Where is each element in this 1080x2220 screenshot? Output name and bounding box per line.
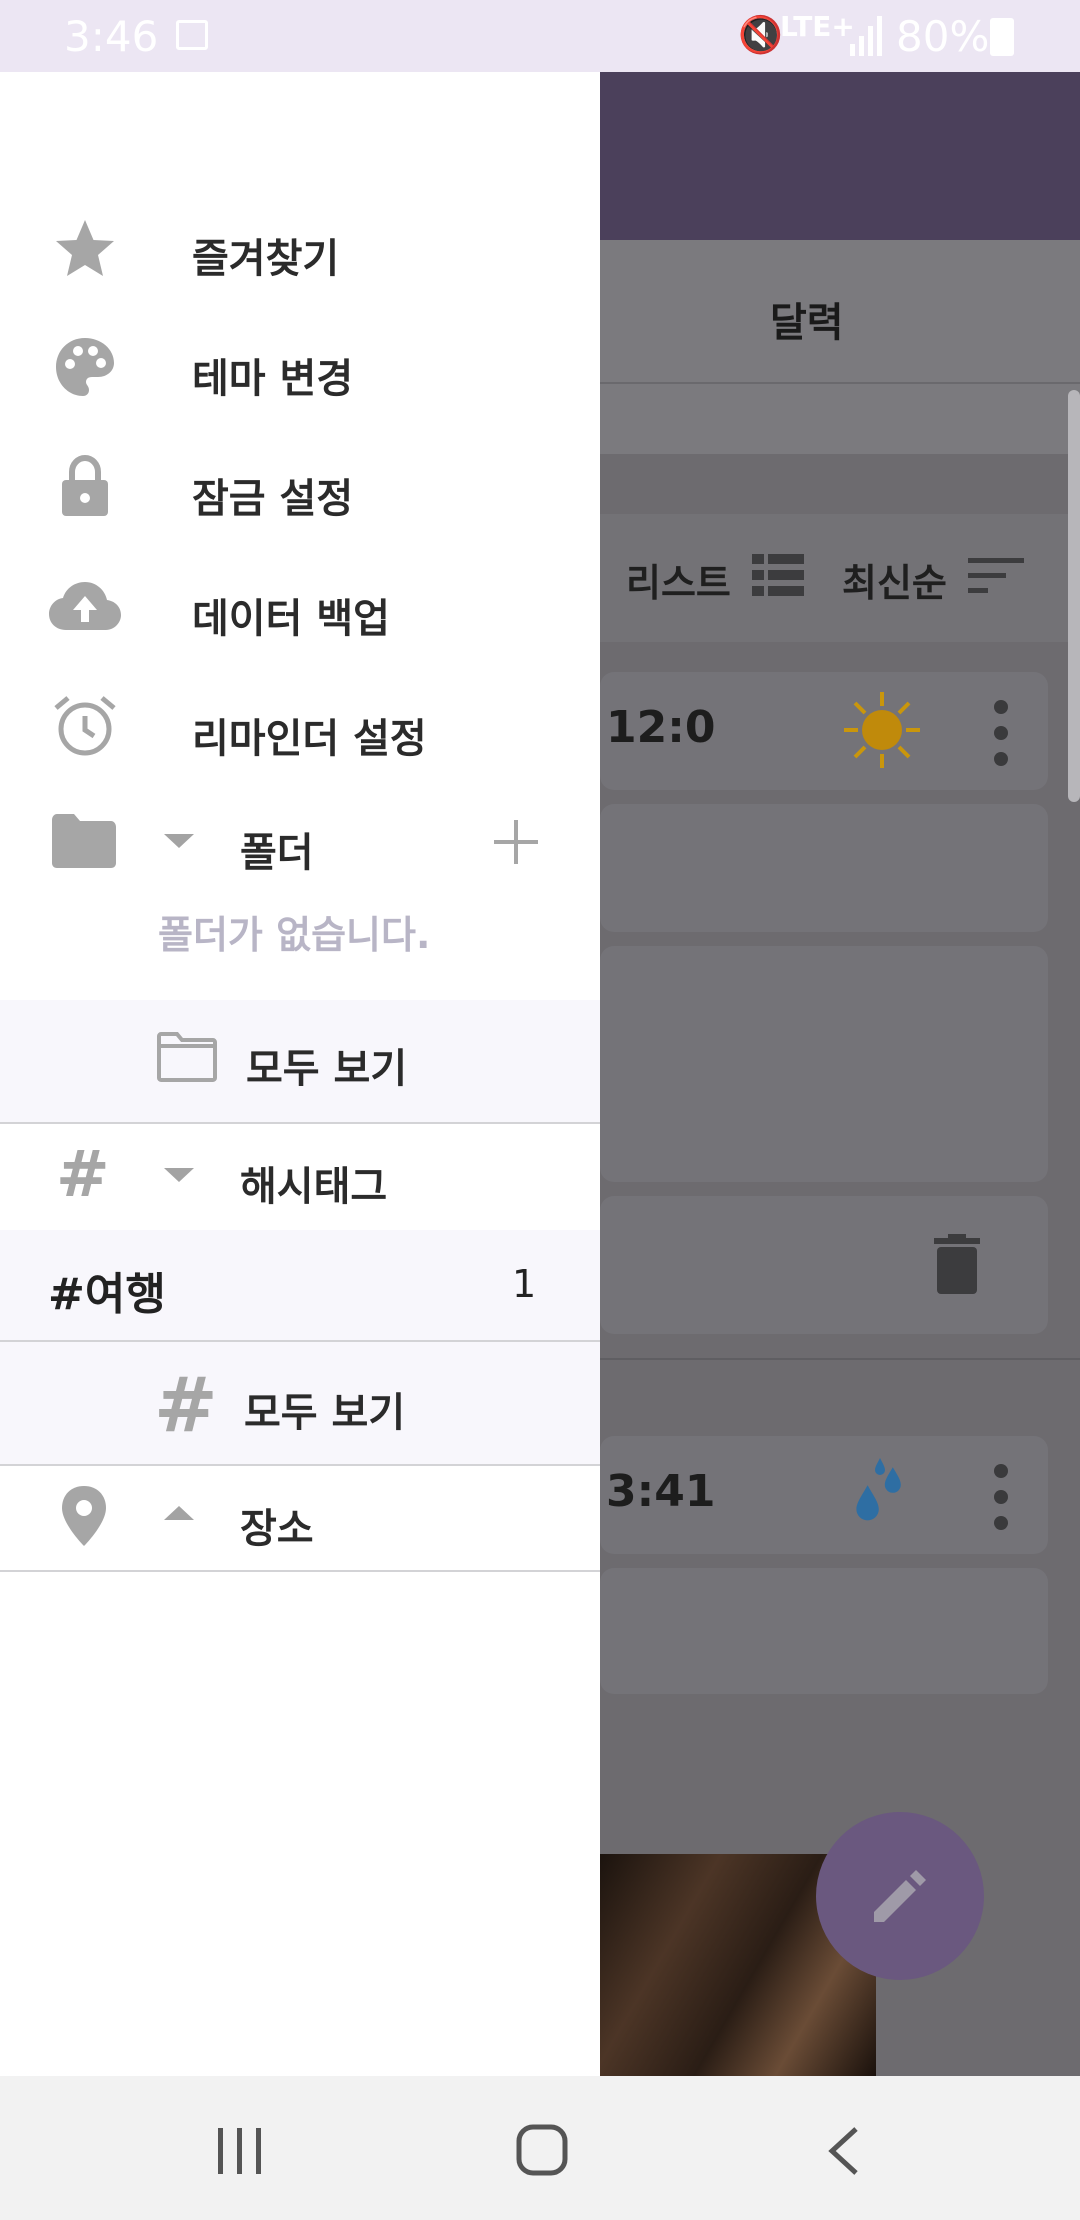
more-options-icon[interactable]	[994, 700, 1008, 778]
menu-item-label: 리마인더 설정	[192, 716, 427, 762]
more-options-icon[interactable]	[994, 1464, 1008, 1542]
tab-calendar[interactable]: 달력	[770, 290, 844, 348]
background-app: 달력 리스트 최신순 12:0 3:41	[600, 72, 1080, 2076]
entry-card-body[interactable]	[600, 804, 1048, 932]
entry-card-body[interactable]	[600, 1568, 1048, 1694]
mute-icon: 🔇	[738, 15, 783, 56]
write-fab-button[interactable]	[816, 1812, 984, 1980]
menu-item-backup[interactable]: 데이터 백업	[0, 556, 600, 660]
folder-section-label: 폴더	[240, 830, 314, 876]
sort-icon[interactable]	[968, 556, 1024, 596]
add-folder-button[interactable]	[494, 820, 538, 864]
menu-item-label: 즐겨찾기	[192, 236, 340, 282]
folder-view-all-label: 모두 보기	[246, 1046, 408, 1092]
menu-item-lock[interactable]: 잠금 설정	[0, 436, 600, 540]
entry-card-content[interactable]	[600, 946, 1048, 1182]
hashtag-item-count: 1	[512, 1262, 537, 1306]
battery-percent: 80%	[896, 12, 990, 61]
network-type: LTE+	[780, 10, 855, 43]
list-view-icon[interactable]	[752, 554, 804, 596]
hashtag-icon: #	[154, 1360, 218, 1449]
hashtag-item-label: #여행	[48, 1269, 166, 1320]
palette-icon	[56, 338, 114, 396]
folder-empty-message: 폴더가 없습니다.	[158, 913, 431, 957]
entry-time: 3:41	[606, 1466, 716, 1517]
divider	[0, 1570, 600, 1572]
back-button[interactable]	[826, 2126, 860, 2176]
home-button[interactable]	[516, 2124, 568, 2176]
hashtag-section-label: 해시태그	[240, 1164, 388, 1210]
alarm-icon	[54, 696, 116, 756]
folder-view-all[interactable]: 모두 보기	[0, 1000, 600, 1122]
hashtag-view-all[interactable]: # 모두 보기	[0, 1342, 600, 1464]
hashtag-icon: #	[56, 1138, 110, 1212]
star-icon	[56, 220, 114, 276]
place-section-label: 장소	[240, 1506, 314, 1552]
scrollbar[interactable]	[1068, 390, 1080, 802]
view-mode-label[interactable]: 리스트	[626, 552, 731, 607]
status-time: 3:46	[64, 12, 159, 61]
pencil-icon	[874, 1870, 926, 1922]
folder-outline-icon	[157, 1032, 217, 1082]
hashtag-section-header[interactable]: # 해시태그	[0, 1124, 600, 1226]
battery-icon	[990, 18, 1014, 56]
chevron-up-icon	[164, 1506, 194, 1520]
entry-card-footer	[600, 1196, 1048, 1334]
menu-item-favorites[interactable]: 즐겨찾기	[0, 196, 600, 300]
recent-apps-button[interactable]	[216, 2128, 264, 2174]
menu-item-reminder[interactable]: 리마인더 설정	[0, 676, 600, 780]
menu-item-label: 잠금 설정	[192, 476, 354, 522]
app-bar	[600, 72, 1080, 240]
sunny-icon	[844, 692, 920, 768]
hashtag-view-all-label: 모두 보기	[244, 1390, 406, 1436]
entry-time: 12:0	[606, 702, 716, 753]
signal-icon	[850, 16, 882, 56]
rain-icon	[856, 1458, 901, 1521]
chevron-down-icon	[164, 834, 194, 848]
status-bar: 3:46 🔇 LTE+ 80%	[0, 0, 1080, 72]
cloud-upload-icon	[49, 582, 121, 630]
menu-item-theme[interactable]: 테마 변경	[0, 316, 600, 420]
sort-label[interactable]: 최신순	[842, 552, 947, 607]
folder-section-header[interactable]: 폴더	[0, 792, 600, 892]
menu-item-label: 테마 변경	[192, 356, 354, 402]
place-section-header[interactable]: 장소	[0, 1466, 600, 1570]
location-pin-icon	[62, 1486, 106, 1546]
image-notification-icon	[176, 20, 208, 50]
hashtag-item[interactable]: #여행 1	[0, 1230, 600, 1340]
system-nav-bar	[0, 2076, 1080, 2220]
lock-icon	[62, 454, 108, 516]
trash-icon[interactable]	[934, 1234, 980, 1294]
menu-item-label: 데이터 백업	[192, 596, 390, 642]
folder-icon	[52, 814, 116, 868]
chevron-down-icon	[164, 1168, 194, 1182]
navigation-drawer: 즐겨찾기 테마 변경 잠금 설정 데이터 백업 리마인더 설정 폴더 폴더가 없…	[0, 72, 600, 2076]
